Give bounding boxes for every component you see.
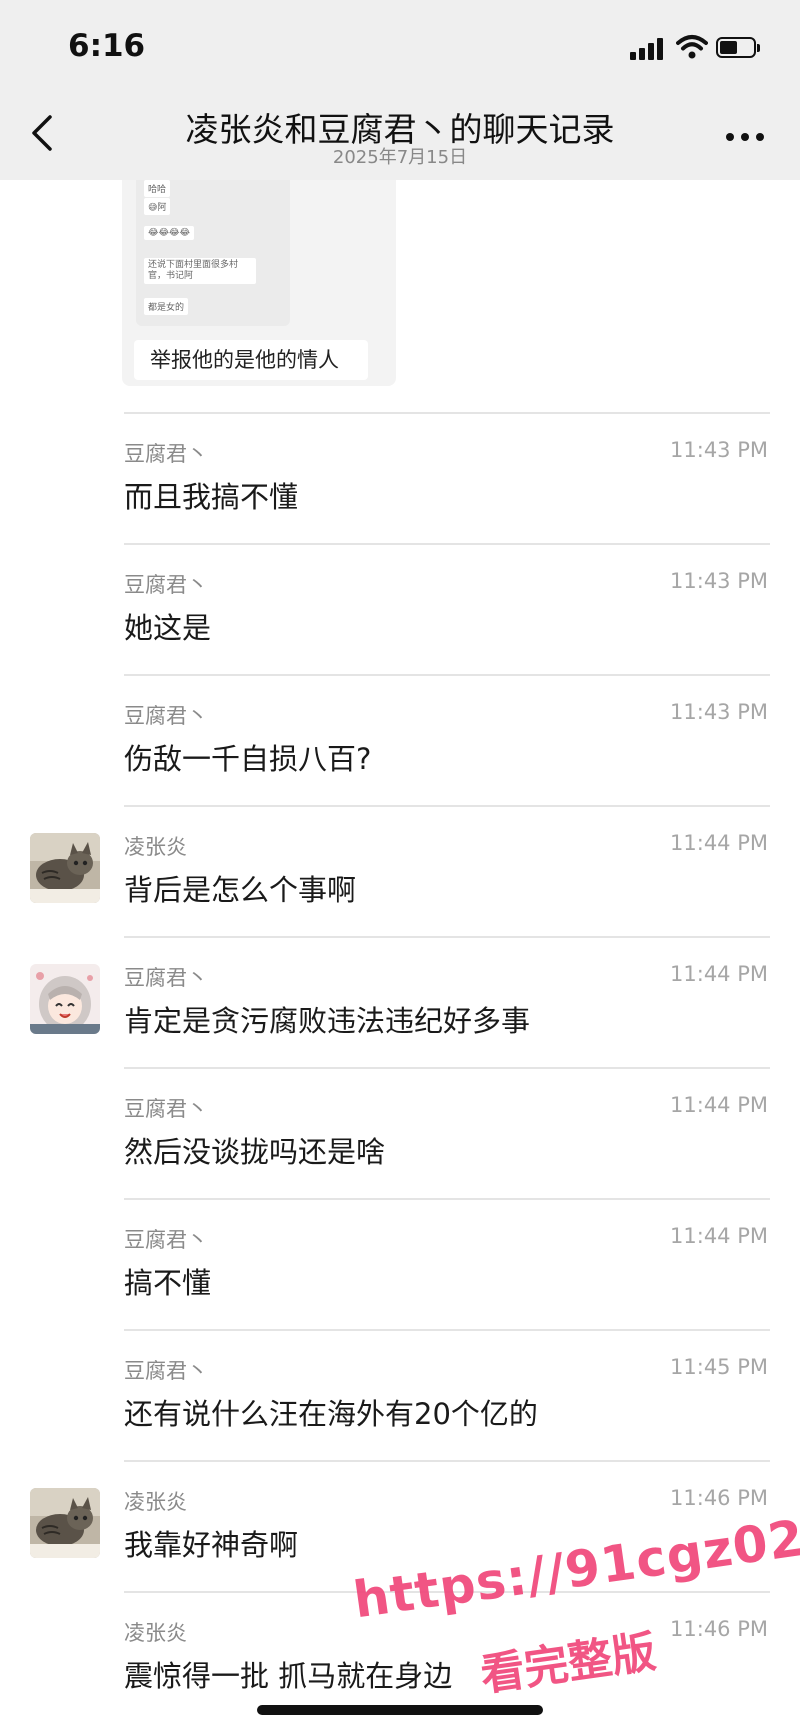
message-text: 她这是 (124, 611, 212, 645)
message-text: 肯定是贪污腐败违法违纪好多事 (124, 1004, 531, 1038)
home-indicator[interactable] (257, 1705, 543, 1715)
message-row[interactable]: 凌张炎 11:44 PM 背后是怎么个事啊 (0, 805, 800, 935)
message-row[interactable]: 豆腐君丶 11:44 PM 然后没谈拢吗还是啥 (0, 1067, 800, 1197)
message-row[interactable]: 豆腐君丶 11:43 PM 而且我搞不懂 (0, 412, 800, 542)
message-time: 11:43 PM (670, 569, 768, 593)
sender-name: 豆腐君丶 (124, 442, 208, 466)
divider (124, 936, 770, 938)
cat-avatar[interactable] (30, 1488, 100, 1558)
cat-avatar[interactable] (30, 833, 100, 903)
message-row[interactable]: 豆腐君丶 11:44 PM 肯定是贪污腐败违法违纪好多事 (0, 936, 800, 1066)
sender-name: 豆腐君丶 (124, 966, 208, 990)
message-time: 11:45 PM (670, 1355, 768, 1379)
message-time: 11:46 PM (670, 1486, 768, 1510)
sender-name: 凌张炎 (124, 835, 187, 859)
quoted-line: 哈哈 (144, 180, 171, 197)
message-row[interactable]: 豆腐君丶 11:45 PM 还有说什么汪在海外有20个亿的 (0, 1329, 800, 1459)
message-text: 还有说什么汪在海外有20个亿的 (124, 1397, 538, 1431)
message-text: 背后是怎么个事啊 (124, 873, 357, 907)
cellular-signal-icon (630, 38, 670, 60)
message-text: 然后没谈拢吗还是啥 (124, 1135, 386, 1169)
message-time: 11:44 PM (670, 962, 768, 986)
message-time: 11:44 PM (670, 1093, 768, 1117)
quoted-caption-text: 举报他的是他的情人 (150, 348, 339, 372)
sender-name: 豆腐君丶 (124, 1359, 208, 1383)
message-text: 我靠好神奇啊 (124, 1528, 299, 1562)
message-time: 11:44 PM (670, 831, 768, 855)
status-time: 6:16 (68, 28, 146, 64)
message-row[interactable]: 豆腐君丶 11:44 PM 搞不懂 (0, 1198, 800, 1328)
sender-name: 豆腐君丶 (124, 704, 208, 728)
divider (124, 543, 770, 545)
message-time: 11:43 PM (670, 700, 768, 724)
quoted-screenshot: 哈哈 😅阿 😂😂😂😂 还说下面村里面很多村官，书记阿 都是女的 (136, 180, 290, 326)
page-subtitle-date: 2025年7月15日 (332, 147, 468, 168)
message-row[interactable]: 豆腐君丶 11:43 PM 伤敌一千自损八百? (0, 674, 800, 804)
message-text: 搞不懂 (124, 1266, 212, 1300)
nav-bar: 凌张炎和豆腐君丶的聊天记录 2025年7月15日 (0, 95, 800, 180)
quoted-caption: 举报他的是他的情人 (134, 340, 368, 380)
divider (124, 805, 770, 807)
divider (124, 1460, 770, 1462)
divider (124, 674, 770, 676)
sender-name: 豆腐君丶 (124, 1228, 208, 1252)
divider (124, 1198, 770, 1200)
sender-name: 豆腐君丶 (124, 573, 208, 597)
quoted-line: 还说下面村里面很多村官，书记阿 (144, 258, 256, 284)
wifi-icon (676, 35, 708, 59)
message-time: 11:43 PM (670, 438, 768, 462)
quoted-line: 都是女的 (144, 298, 189, 315)
chat-history-list[interactable]: 哈哈 😅阿 😂😂😂😂 还说下面村里面很多村官，书记阿 都是女的 举报他的是他的情… (0, 180, 800, 1732)
message-text: 而且我搞不懂 (124, 480, 299, 514)
status-bar: 6:16 (0, 0, 800, 95)
quoted-chat-card[interactable]: 哈哈 😅阿 😂😂😂😂 还说下面村里面很多村官，书记阿 都是女的 举报他的是他的情… (122, 180, 396, 386)
quoted-line: 😂😂😂😂 (144, 226, 195, 240)
sender-name: 凌张炎 (124, 1490, 187, 1514)
message-text: 伤敌一千自损八百? (124, 742, 372, 776)
divider (124, 1067, 770, 1069)
message-text: 震惊得一批 抓马就在身边 (124, 1659, 453, 1693)
battery-icon (716, 37, 762, 60)
anime-girl-avatar[interactable] (30, 964, 100, 1034)
message-row[interactable]: 豆腐君丶 11:43 PM 她这是 (0, 543, 800, 673)
sender-name: 豆腐君丶 (124, 1097, 208, 1121)
sender-name: 凌张炎 (124, 1621, 187, 1645)
quoted-line: 😅阿 (144, 198, 171, 215)
divider (124, 1329, 770, 1331)
message-time: 11:44 PM (670, 1224, 768, 1248)
divider (124, 412, 770, 414)
more-options-icon[interactable] (726, 133, 766, 143)
